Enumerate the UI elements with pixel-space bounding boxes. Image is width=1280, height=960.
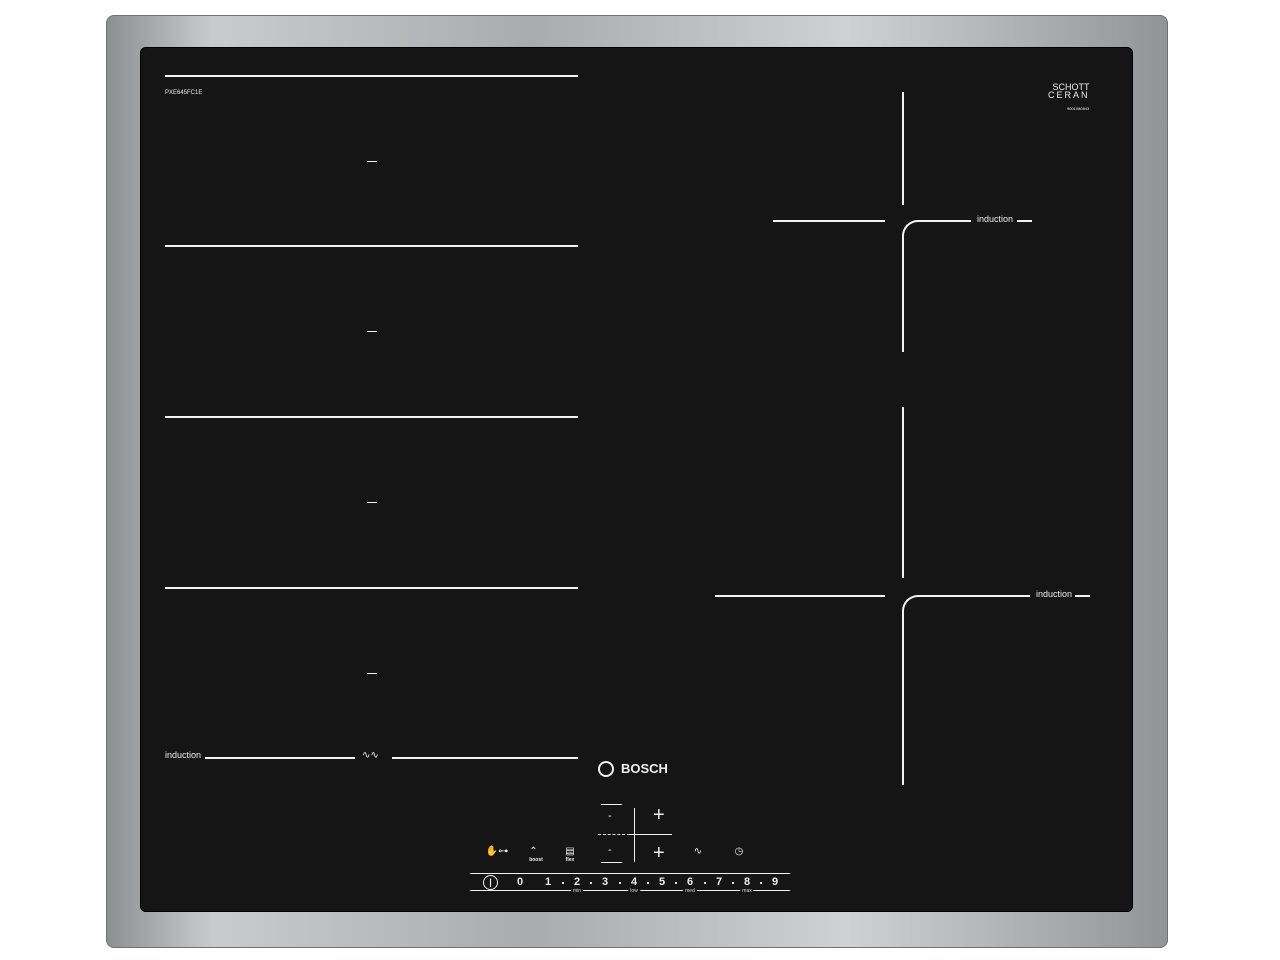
zone-line [165,416,578,418]
zone-line [1075,595,1090,597]
zone-marker [367,161,377,162]
level-label: max [740,888,754,894]
power-level-5[interactable]: 5 [659,876,665,888]
level-dot [562,882,564,884]
zone-label: induction [1036,589,1073,599]
bosch-logo-icon [598,761,614,777]
icon-label: flex [565,857,575,863]
flex-icon[interactable]: ▤ flex [565,846,574,863]
level-label: med [683,888,697,894]
zone-line [165,245,578,247]
power-button[interactable]: | [483,875,498,890]
zone-label: induction [977,214,1014,224]
zone-line [715,595,885,597]
level-dot [732,882,734,884]
power-level-9[interactable]: 9 [772,876,778,888]
zone-marker [367,331,377,332]
zone-marker [367,673,377,674]
level-dot [619,882,621,884]
zone-line [902,92,904,205]
power-level-4[interactable]: 4 [631,876,637,888]
zone-line [392,757,578,759]
level-dot [675,882,677,884]
flex-move-icon[interactable]: ∿ [694,846,702,857]
level-dot [760,882,762,884]
zone-line [902,407,904,578]
power-level-3[interactable]: 3 [602,876,608,888]
level-dot [590,882,592,884]
glass-code: 9001080843 [1067,106,1090,111]
ceramic-glass-surface [140,47,1133,912]
flex-move-icon-glyph: ∿ [693,846,703,857]
zone-select-line [601,804,622,805]
zone-line [773,220,885,222]
zone-line [902,236,904,352]
plus-button-top[interactable]: + [653,804,665,827]
flex-move-icon: ∿∿ [362,750,379,761]
divider [634,808,635,862]
power-level-6[interactable]: 6 [687,876,693,888]
level-dot [704,882,706,884]
power-level-1[interactable]: 1 [545,876,551,888]
level-label: min [570,888,584,894]
model-number: PXE645FC1E [165,90,203,96]
zone-line [919,595,1030,597]
zone-line [919,220,971,222]
power-level-8[interactable]: 8 [744,876,750,888]
divider [630,834,672,835]
power-level-7[interactable]: 7 [716,876,722,888]
zone-line [902,611,904,785]
boost-icon[interactable]: ⌃ boost [529,846,543,863]
flex-icon-glyph: ▤ [565,846,575,857]
slider-line-top [470,873,790,874]
timer-icon-glyph: ◷ [734,846,744,857]
zone-marker [367,502,377,503]
timer-icon[interactable]: ◷ [735,846,744,857]
level-dot [647,882,649,884]
zone-line [205,757,355,759]
level-label: low [628,888,640,894]
schott-ceran-logo: SCHOTT CERAN [1048,82,1090,100]
zone-line [1017,220,1032,222]
childlock-icon[interactable]: ✋⊶ [486,846,508,857]
childlock-icon-glyph: ✋⊶ [485,846,509,857]
zone-select-line [601,862,622,863]
power-level-2[interactable]: 2 [574,876,580,888]
brand-logo: BOSCH [621,761,668,776]
zone-line [165,75,578,77]
divider-dashed [598,834,630,835]
plus-button-bottom[interactable]: + [653,842,665,865]
boost-icon-glyph: ⌃ [529,846,538,857]
zone-label: induction [165,750,202,760]
icon-label: boost [529,857,543,863]
power-level-0[interactable]: 0 [517,876,523,888]
minus-button-bottom[interactable]: - [608,844,612,856]
minus-button-top[interactable]: - [608,810,612,822]
zone-line [165,587,578,589]
